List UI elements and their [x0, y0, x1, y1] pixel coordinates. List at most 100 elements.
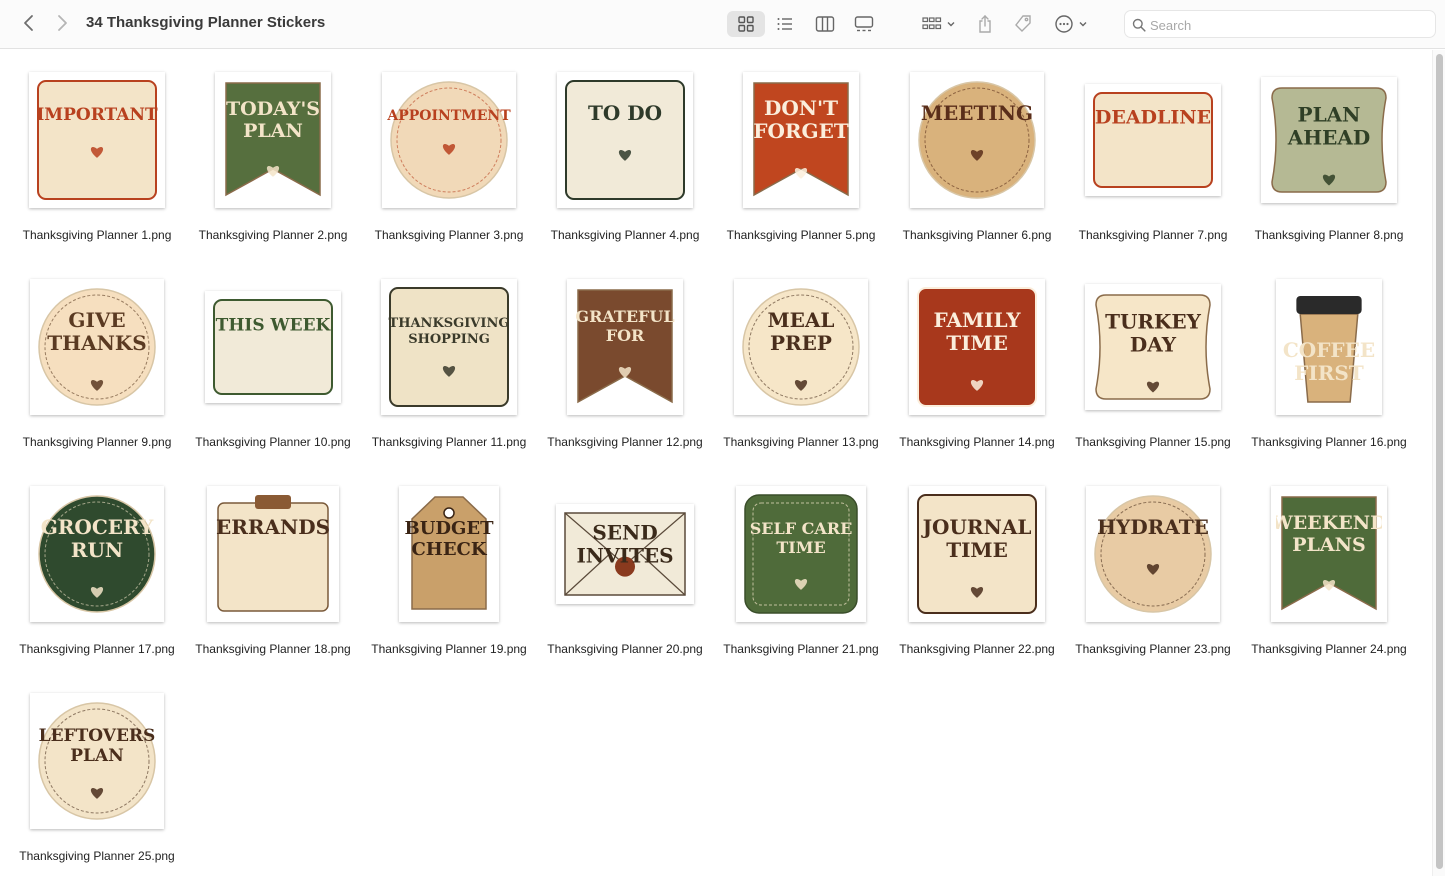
file-item[interactable]: SELF CARE TIME Thanksgiving Planner 21.png — [713, 480, 889, 680]
file-thumbnail[interactable]: TODAY'S PLAN — [215, 72, 331, 208]
file-thumbnail[interactable]: JOURNAL TIME — [909, 486, 1045, 622]
file-item[interactable]: BUDGET CHECK Thanksgiving Planner 19.png — [361, 480, 537, 680]
file-thumbnail[interactable]: APPOINTMENT — [382, 72, 516, 208]
file-item[interactable]: FAMILY TIME Thanksgiving Planner 14.png — [889, 273, 1065, 473]
sticker-image: SENDINVITES — [564, 512, 686, 596]
file-name-label: Thanksgiving Planner 10.png — [195, 435, 351, 449]
file-thumbnail[interactable]: HYDRATE — [1086, 486, 1220, 622]
file-thumbnail[interactable]: DEADLINE — [1085, 84, 1221, 196]
file-thumbnail[interactable]: THIS WEEK — [205, 291, 341, 403]
file-thumbnail[interactable]: ERRANDS — [207, 486, 339, 622]
file-thumbnail[interactable]: COFFEE FIRST — [1276, 279, 1382, 415]
file-name-label: Thanksgiving Planner 19.png — [371, 642, 527, 656]
file-thumbnail[interactable]: MEAL PREP — [734, 279, 868, 415]
file-item[interactable]: MEETING Thanksgiving Planner 6.png — [889, 66, 1065, 266]
file-item[interactable]: MEAL PREP Thanksgiving Planner 13.png — [713, 273, 889, 473]
file-name-label: Thanksgiving Planner 2.png — [198, 228, 348, 242]
file-item[interactable]: DON'T FORGET Thanksgiving Planner 5.png — [713, 66, 889, 266]
gallery-view-button[interactable] — [847, 11, 881, 37]
file-name-label: Thanksgiving Planner 5.png — [726, 228, 876, 242]
file-item[interactable]: APPOINTMENT Thanksgiving Planner 3.png — [361, 66, 537, 266]
sticker-text: PLAN — [1298, 102, 1361, 126]
file-thumbnail[interactable]: GRATEFUL FOR — [567, 279, 683, 415]
search-icon — [1132, 18, 1146, 32]
file-item[interactable]: GROCERY RUN Thanksgiving Planner 17.png — [9, 480, 185, 680]
sticker-image: TODAY'SPLAN — [225, 82, 321, 197]
sticker-text: JOURNAL — [921, 515, 1032, 539]
file-item[interactable]: IMPORTANT Thanksgiving Planner 1.png — [9, 66, 185, 266]
file-item[interactable]: TO DO Thanksgiving Planner 4.png — [537, 66, 713, 266]
file-thumbnail[interactable]: FAMILY TIME — [909, 279, 1045, 415]
file-item[interactable]: THIS WEEK Thanksgiving Planner 10.png — [185, 273, 361, 473]
scroll-thumb[interactable] — [1436, 54, 1443, 869]
sticker-text: GRATEFUL — [575, 307, 674, 326]
back-button[interactable] — [18, 12, 40, 34]
file-name-label: Thanksgiving Planner 11.png — [371, 435, 527, 449]
sticker-text: INVITES — [576, 544, 673, 568]
file-name-label: Thanksgiving Planner 16.png — [1251, 435, 1407, 449]
sticker-text: DON'T — [764, 96, 838, 120]
search-field[interactable] — [1124, 10, 1436, 38]
sticker-image: MEETING — [918, 81, 1036, 199]
sticker-text: BUDGET — [404, 518, 494, 539]
sticker-text: DAY — [1130, 332, 1177, 356]
search-input[interactable] — [1150, 15, 1430, 35]
file-thumbnail[interactable]: GROCERY RUN — [30, 486, 164, 622]
file-thumbnail[interactable]: GIVE THANKS — [30, 279, 164, 415]
file-item[interactable]: THANKSGIVING SHOPPING Thanksgiving Planner… — [361, 273, 537, 473]
file-item[interactable]: DEADLINE Thanksgiving Planner 7.png — [1065, 66, 1241, 266]
grid-icon — [738, 16, 754, 32]
file-thumbnail[interactable]: BUDGET CHECK — [399, 486, 499, 622]
file-thumbnail[interactable]: TO DO — [557, 72, 693, 208]
sticker-text: PLAN — [243, 120, 303, 142]
sticker-text: THANKSGIVING — [389, 316, 510, 331]
vertical-scrollbar[interactable] — [1432, 50, 1445, 876]
sticker-image: THANKSGIVINGSHOPPING — [389, 287, 510, 407]
list-view-button[interactable] — [768, 11, 802, 37]
sticker-image: DEADLINE — [1093, 92, 1213, 188]
file-item[interactable]: ERRANDS Thanksgiving Planner 18.png — [185, 480, 361, 680]
file-thumbnail[interactable]: DON'T FORGET — [743, 72, 859, 208]
sticker-text: APPOINTMENT — [387, 108, 511, 124]
file-item[interactable]: SEND INVITES Thanksgiving Planner 20.png — [537, 480, 713, 680]
file-item[interactable]: HYDRATE Thanksgiving Planner 23.png — [1065, 480, 1241, 680]
group-by-button[interactable] — [918, 11, 960, 37]
file-thumbnail[interactable]: WEEKEND PLANS — [1271, 486, 1387, 622]
file-name-label: Thanksgiving Planner 24.png — [1251, 642, 1407, 656]
file-item[interactable]: LEFTOVERS PLAN Thanksgiving Planner 25.png — [9, 687, 185, 887]
file-name-label: Thanksgiving Planner 9.png — [22, 435, 172, 449]
file-name-label: Thanksgiving Planner 13.png — [723, 435, 879, 449]
file-thumbnail[interactable]: IMPORTANT — [29, 72, 165, 208]
file-item[interactable]: TODAY'S PLAN Thanksgiving Planner 2.png — [185, 66, 361, 266]
file-item[interactable]: GRATEFUL FOR Thanksgiving Planner 12.png — [537, 273, 713, 473]
file-item[interactable]: WEEKEND PLANS Thanksgiving Planner 24.png — [1241, 480, 1417, 680]
file-item[interactable]: JOURNAL TIME Thanksgiving Planner 22.png — [889, 480, 1065, 680]
file-item[interactable]: TURKEY DAY Thanksgiving Planner 15.png — [1065, 273, 1241, 473]
sticker-text: PLANS — [1292, 534, 1365, 556]
column-view-button[interactable] — [808, 11, 842, 37]
file-thumbnail[interactable]: TURKEY DAY — [1085, 284, 1221, 410]
sticker-text: TO DO — [588, 101, 662, 125]
file-item[interactable]: COFFEE FIRST Thanksgiving Planner 16.png — [1241, 273, 1417, 473]
more-actions-button[interactable] — [1051, 11, 1091, 37]
file-thumbnail[interactable]: THANKSGIVING SHOPPING — [381, 279, 517, 415]
share-button[interactable] — [973, 11, 997, 37]
chevron-left-icon — [24, 15, 33, 31]
forward-button[interactable] — [51, 12, 73, 34]
tags-button[interactable] — [1011, 11, 1035, 37]
sticker-text: MEAL — [768, 308, 835, 332]
icon-view-button[interactable] — [727, 11, 765, 37]
sticker-text: COFFEE — [1283, 338, 1375, 362]
file-thumbnail[interactable]: LEFTOVERS PLAN — [30, 693, 164, 829]
file-thumbnail[interactable]: MEETING — [910, 72, 1044, 208]
file-item[interactable]: GIVE THANKS Thanksgiving Planner 9.png — [9, 273, 185, 473]
file-thumbnail[interactable]: PLAN AHEAD — [1261, 77, 1397, 203]
sticker-text: AHEAD — [1287, 125, 1371, 149]
file-name-label: Thanksgiving Planner 20.png — [547, 642, 703, 656]
file-thumbnail[interactable]: SEND INVITES — [556, 504, 694, 604]
group-grid-icon — [922, 17, 942, 30]
file-thumbnail[interactable]: SELF CARE TIME — [736, 486, 866, 622]
sticker-text: FAMILY — [933, 308, 1021, 332]
sticker-image: GROCERYRUN — [38, 495, 156, 613]
file-item[interactable]: PLAN AHEAD Thanksgiving Planner 8.png — [1241, 66, 1417, 266]
